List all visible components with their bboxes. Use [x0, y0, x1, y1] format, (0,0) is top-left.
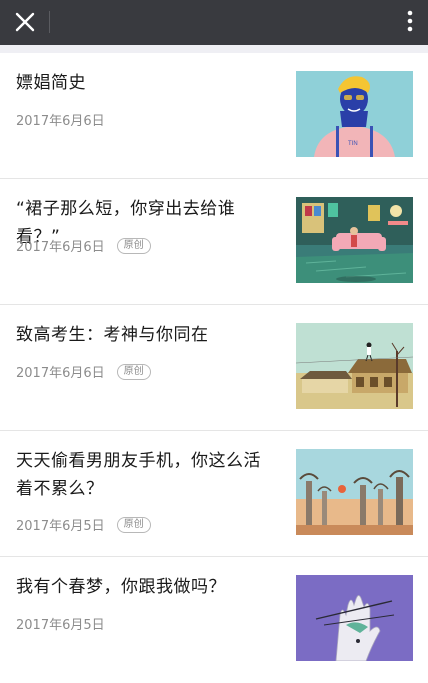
article-title: 嫖娼简史	[16, 73, 86, 93]
article-item[interactable]: “裙子那么短，你穿出去给谁看？” 2017年6月6日 原创	[0, 179, 428, 305]
article-thumbnail: TIN	[296, 71, 413, 157]
article-meta: 2017年6月5日 原创	[16, 515, 151, 534]
svg-text:TIN: TIN	[348, 141, 358, 147]
article-meta: 2017年6月5日	[16, 614, 105, 633]
original-badge: 原创	[116, 237, 151, 254]
room-illustration	[296, 197, 413, 283]
portrait-illustration: TIN	[296, 71, 413, 157]
topbar-divider	[49, 11, 50, 33]
article-item[interactable]: 嫖娼简史 2017年6月6日 TIN	[0, 53, 428, 179]
original-badge: 原创	[116, 516, 151, 533]
article-meta: 2017年6月6日 原创	[16, 236, 151, 255]
article-item[interactable]: 致高考生：考神与你同在 2017年6月6日 原创	[0, 305, 428, 431]
article-thumbnail	[296, 323, 413, 409]
article-item[interactable]: 天天偷看男朋友手机，你这么活着不累么？ 2017年6月5日 原创	[0, 431, 428, 557]
rooftop-illustration	[296, 323, 413, 409]
article-date: 2017年6月5日	[16, 519, 105, 534]
article-title: 致高考生：考神与你同在	[16, 325, 209, 345]
article-thumbnail	[296, 449, 413, 535]
original-badge: 原创	[116, 363, 151, 380]
top-bar	[0, 0, 428, 45]
article-date: 2017年6月6日	[16, 114, 105, 129]
more-vertical-icon	[407, 10, 413, 32]
article-meta: 2017年6月6日 原创	[16, 362, 151, 381]
article-meta: 2017年6月6日	[16, 110, 105, 129]
hand-illustration	[296, 575, 413, 661]
article-date: 2017年6月6日	[16, 240, 105, 255]
article-thumbnail	[296, 197, 413, 283]
baobab-illustration	[296, 449, 413, 535]
article-date: 2017年6月5日	[16, 618, 105, 633]
more-button[interactable]	[405, 9, 415, 35]
article-date: 2017年6月6日	[16, 366, 105, 381]
article-item[interactable]: 我有个春梦，你跟我做吗？ 2017年6月5日	[0, 557, 428, 683]
close-button[interactable]	[10, 8, 40, 36]
article-thumbnail	[296, 575, 413, 661]
close-icon	[15, 12, 35, 32]
header-gap	[0, 45, 428, 53]
article-list: 嫖娼简史 2017年6月6日 TIN “裙子那么短，你穿出去给谁看？” 2017…	[0, 53, 428, 683]
article-title: 天天偷看男朋友手机，你这么活着不累么？	[16, 451, 261, 499]
article-title: 我有个春梦，你跟我做吗？	[16, 577, 226, 597]
